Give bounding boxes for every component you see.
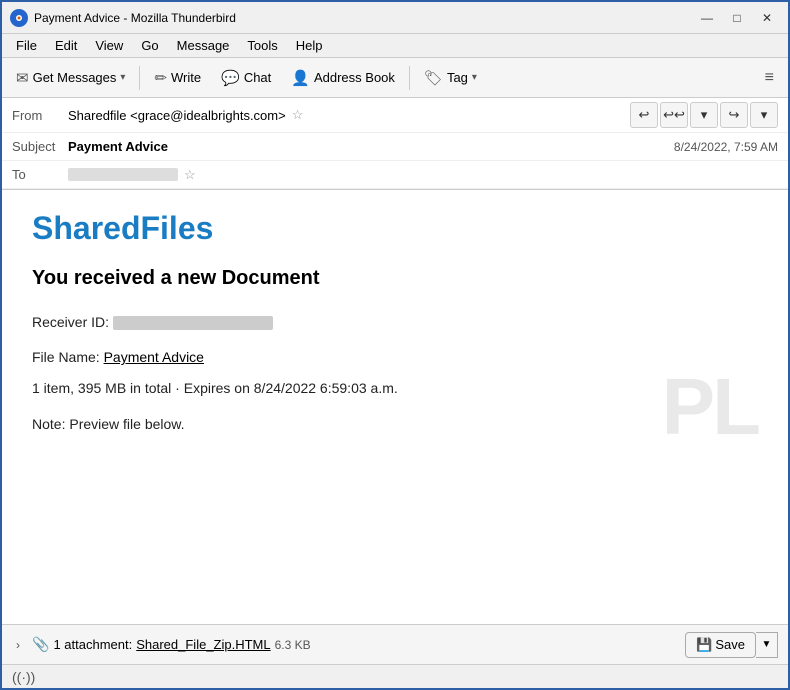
menu-file[interactable]: File xyxy=(8,36,45,55)
attachment-expand-button[interactable]: › xyxy=(12,636,24,654)
email-body: PL SharedFiles You received a new Docume… xyxy=(2,190,788,624)
receiver-info: Receiver ID: xyxy=(32,310,758,335)
address-book-label: Address Book xyxy=(314,70,395,85)
address-book-button[interactable]: 👤 Address Book xyxy=(283,65,403,91)
from-row: From Sharedfile <grace@idealbrights.com>… xyxy=(2,98,788,133)
connection-status-icon: ((·)) xyxy=(12,669,35,685)
from-label: From xyxy=(12,108,62,123)
reply-button[interactable]: ↩ xyxy=(630,102,658,128)
save-label: Save xyxy=(715,637,745,652)
title-bar: Payment Advice - Mozilla Thunderbird — □… xyxy=(2,2,788,34)
menu-edit[interactable]: Edit xyxy=(47,36,85,55)
menu-help[interactable]: Help xyxy=(288,36,331,55)
doc-heading: You received a new Document xyxy=(32,267,758,290)
toolbar: ✉ Get Messages ▾ ✏ Write 💬 Chat 👤 Addres… xyxy=(2,58,788,98)
menu-message[interactable]: Message xyxy=(169,36,238,55)
email-header: From Sharedfile <grace@idealbrights.com>… xyxy=(2,98,788,190)
get-messages-button[interactable]: ✉ Get Messages ▾ xyxy=(8,65,133,91)
toolbar-separator-1 xyxy=(139,66,140,90)
to-label: To xyxy=(12,167,62,182)
main-window: Payment Advice - Mozilla Thunderbird — □… xyxy=(0,0,790,690)
email-date: 8/24/2022, 7:59 AM xyxy=(674,140,778,154)
attachment-size: 6.3 KB xyxy=(275,638,311,652)
tag-arrow[interactable]: ▾ xyxy=(472,72,477,83)
write-button[interactable]: ✏ Write xyxy=(146,65,209,91)
receiver-label: Receiver ID: xyxy=(32,314,109,330)
attachment-count-label: 1 attachment: xyxy=(53,637,132,652)
subject-value: Payment Advice xyxy=(68,139,168,154)
nav-down-button[interactable]: ▾ xyxy=(690,102,718,128)
toolbar-separator-2 xyxy=(409,66,410,90)
minimize-button[interactable]: — xyxy=(694,7,720,29)
save-button[interactable]: 💾 Save xyxy=(685,632,756,658)
menu-go[interactable]: Go xyxy=(133,36,166,55)
forward-button[interactable]: ↪ xyxy=(720,102,748,128)
save-icon: 💾 xyxy=(696,637,712,653)
window-controls: — □ ✕ xyxy=(694,7,780,29)
tag-label: Tag xyxy=(447,70,468,85)
status-bar: ((·)) xyxy=(2,664,788,688)
get-messages-label: Get Messages xyxy=(33,70,117,85)
nav-dropdown-button[interactable]: ▾ xyxy=(750,102,778,128)
brand-title: SharedFiles xyxy=(32,210,758,247)
save-dropdown-arrow: ▼ xyxy=(762,639,772,650)
save-dropdown-button[interactable]: ▼ xyxy=(756,632,778,658)
get-messages-icon: ✉ xyxy=(16,69,29,87)
get-messages-arrow[interactable]: ▾ xyxy=(120,72,125,83)
watermark: PL xyxy=(662,361,758,453)
write-icon: ✏ xyxy=(154,69,167,87)
attachment-bar: › 📎 1 attachment: Shared_File_Zip.HTML 6… xyxy=(2,624,788,664)
subject-row: Subject Payment Advice 8/24/2022, 7:59 A… xyxy=(2,133,788,161)
to-star-icon[interactable]: ☆ xyxy=(184,167,196,183)
filename-label: File Name: xyxy=(32,349,100,365)
chat-icon: 💬 xyxy=(221,69,240,87)
attachment-filename[interactable]: Shared_File_Zip.HTML xyxy=(136,637,270,652)
chat-button[interactable]: 💬 Chat xyxy=(213,65,279,91)
from-value: Sharedfile <grace@idealbrights.com> xyxy=(68,108,286,123)
paperclip-icon: 📎 xyxy=(32,636,49,653)
write-label: Write xyxy=(171,70,201,85)
menu-bar: File Edit View Go Message Tools Help xyxy=(2,34,788,58)
tag-icon: 🏷 xyxy=(424,69,443,87)
filename-info: File Name: Payment Advice xyxy=(32,345,758,370)
filename-link[interactable]: Payment Advice xyxy=(104,349,204,365)
window-title: Payment Advice - Mozilla Thunderbird xyxy=(34,11,694,25)
navigation-buttons: ↩ ↩↩ ▾ ↪ ▾ xyxy=(630,102,778,128)
address-book-icon: 👤 xyxy=(291,69,310,87)
close-button[interactable]: ✕ xyxy=(754,7,780,29)
maximize-button[interactable]: □ xyxy=(724,7,750,29)
from-star-icon[interactable]: ☆ xyxy=(292,107,304,123)
tag-button[interactable]: 🏷 Tag ▾ xyxy=(416,65,485,91)
chat-label: Chat xyxy=(244,70,271,85)
receiver-address-blurred xyxy=(113,316,273,330)
doc-note: Note: Preview file below. xyxy=(32,416,758,432)
hamburger-menu-button[interactable]: ≡ xyxy=(757,65,782,91)
subject-label: Subject xyxy=(12,139,62,154)
reply-all-button[interactable]: ↩↩ xyxy=(660,102,688,128)
to-address-blurred xyxy=(68,168,178,181)
menu-tools[interactable]: Tools xyxy=(239,36,285,55)
app-icon xyxy=(10,9,28,27)
item-info: 1 item, 395 MB in total · Expires on 8/2… xyxy=(32,380,758,396)
menu-view[interactable]: View xyxy=(87,36,131,55)
to-row: To ☆ xyxy=(2,161,788,189)
